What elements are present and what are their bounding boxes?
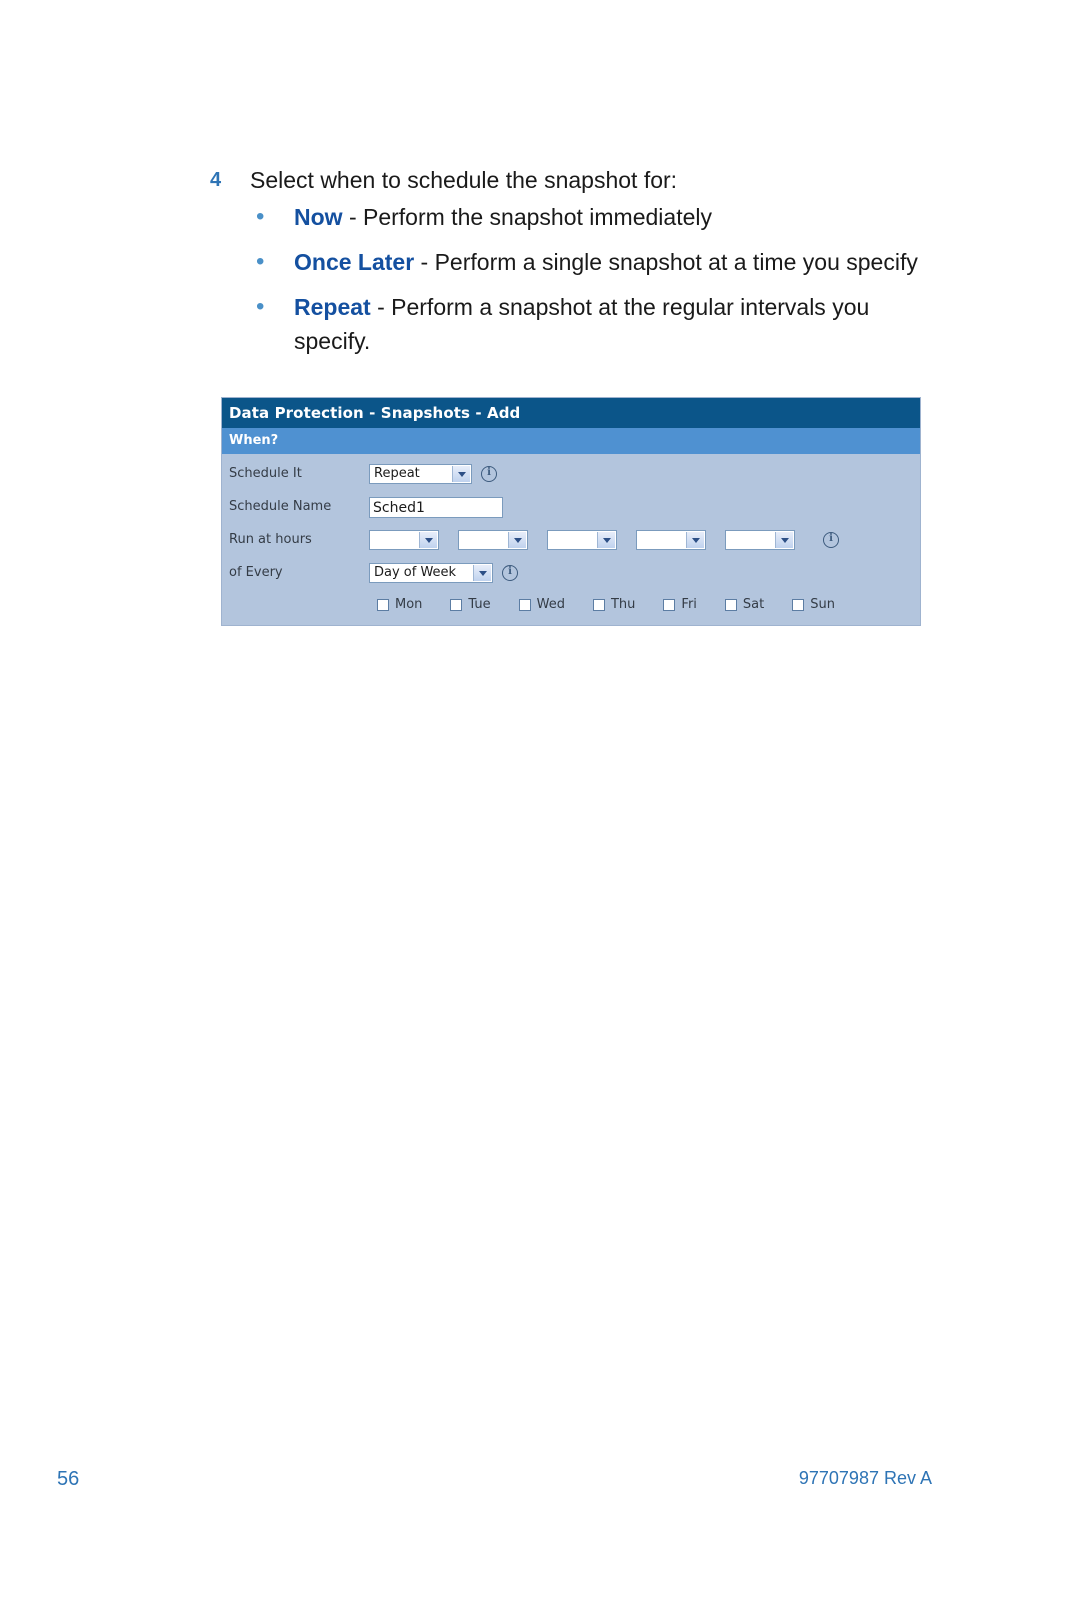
- checkbox-icon[interactable]: [518, 598, 531, 611]
- day-label: Sun: [810, 597, 835, 612]
- of-every-select[interactable]: Day of Week: [369, 563, 493, 583]
- day-label: Fri: [681, 597, 697, 612]
- bullet-text: Once Later - Perform a single snapshot a…: [294, 245, 948, 279]
- info-icon[interactable]: [502, 565, 518, 581]
- bullet-description: - Perform a snapshot at the regular inte…: [294, 294, 870, 354]
- run-at-hour-select-4[interactable]: [636, 530, 706, 550]
- day-checkbox-sat[interactable]: Sat: [724, 597, 765, 612]
- form-row-of-every: of Every Day of Week: [222, 562, 920, 584]
- run-at-hour-select-5[interactable]: [725, 530, 795, 550]
- run-at-hours-control: [369, 530, 839, 550]
- day-label: Sat: [742, 597, 765, 612]
- of-every-label: of Every: [229, 565, 283, 580]
- bullet-keyword: Once Later: [294, 249, 415, 275]
- day-checkbox-tue[interactable]: Tue: [450, 597, 491, 612]
- step-number: 4: [210, 169, 222, 191]
- run-at-hour-select-2[interactable]: [458, 530, 528, 550]
- schedule-it-label: Schedule It: [229, 466, 302, 481]
- page-number: 56: [57, 1468, 80, 1490]
- bullet-list: • Now - Perform the snapshot immediately…: [248, 200, 948, 369]
- list-item: • Repeat - Perform a snapshot at the reg…: [248, 290, 948, 358]
- checkbox-icon[interactable]: [592, 598, 605, 611]
- checkbox-icon[interactable]: [377, 598, 389, 611]
- chevron-down-icon[interactable]: [419, 532, 437, 548]
- app-title-bar: Data Protection - Snapshots - Add: [222, 398, 920, 428]
- schedule-it-value: Repeat: [374, 466, 420, 481]
- bullet-description: - Perform a single snapshot at a time yo…: [414, 249, 918, 275]
- bullet-keyword: Repeat: [294, 294, 371, 320]
- chevron-down-icon[interactable]: [473, 565, 491, 581]
- bullet-description: - Perform the snapshot immediately: [342, 204, 712, 230]
- run-at-hour-select-3[interactable]: [547, 530, 617, 550]
- embedded-app-screenshot: Data Protection - Snapshots - Add When? …: [222, 398, 920, 625]
- checkbox-icon[interactable]: [450, 598, 463, 611]
- bullet-text: Repeat - Perform a snapshot at the regul…: [294, 290, 948, 358]
- day-checkbox-sun[interactable]: Sun: [792, 597, 835, 612]
- list-item: • Once Later - Perform a single snapshot…: [248, 245, 948, 279]
- chevron-down-icon[interactable]: [597, 532, 615, 548]
- form-row-schedule-name: Schedule Name Sched1: [222, 496, 920, 518]
- list-item: • Now - Perform the snapshot immediately: [248, 200, 948, 234]
- bullet-dot-icon: •: [256, 203, 265, 230]
- bullet-text: Now - Perform the snapshot immediately: [294, 200, 948, 234]
- schedule-name-control: Sched1: [369, 496, 503, 518]
- bullet-dot-icon: •: [256, 293, 265, 320]
- app-section-header: When?: [222, 428, 920, 454]
- of-every-value: Day of Week: [374, 565, 457, 580]
- checkbox-icon[interactable]: [663, 598, 676, 611]
- chevron-down-icon[interactable]: [775, 532, 793, 548]
- day-checkbox-wed[interactable]: Wed: [518, 597, 565, 612]
- schedule-name-input[interactable]: Sched1: [369, 496, 503, 518]
- schedule-name-label: Schedule Name: [229, 499, 332, 514]
- day-of-week-checkboxes: Mon Tue Wed Thu Fri Sat Sun: [377, 595, 920, 625]
- checkbox-icon[interactable]: [724, 598, 737, 611]
- run-at-hours-label: Run at hours: [229, 532, 312, 547]
- bullet-dot-icon: •: [256, 248, 265, 275]
- day-label: Thu: [610, 597, 636, 612]
- chevron-down-icon[interactable]: [452, 466, 470, 482]
- schedule-it-select[interactable]: Repeat: [369, 464, 472, 484]
- checkbox-icon[interactable]: [792, 598, 805, 611]
- day-label: Wed: [536, 597, 565, 612]
- bullet-keyword: Now: [294, 204, 343, 230]
- run-at-hour-select-1[interactable]: [369, 530, 439, 550]
- day-label: Tue: [468, 597, 491, 612]
- step-text: Select when to schedule the snapshot for…: [250, 167, 678, 193]
- info-icon[interactable]: [823, 532, 839, 548]
- day-label: Mon: [395, 597, 423, 612]
- info-icon[interactable]: [481, 466, 497, 482]
- of-every-control: Day of Week: [369, 563, 518, 583]
- form-row-schedule-it: Schedule It Repeat: [222, 463, 920, 485]
- app-form: Schedule It Repeat Schedule Name Sched1 …: [222, 454, 920, 625]
- instruction-step-4: 4 Select when to schedule the snapshot f…: [210, 165, 950, 195]
- day-checkbox-thu[interactable]: Thu: [592, 597, 636, 612]
- form-row-run-at-hours: Run at hours: [222, 529, 920, 551]
- chevron-down-icon[interactable]: [686, 532, 704, 548]
- day-checkbox-mon[interactable]: Mon: [377, 597, 422, 612]
- schedule-it-control: Repeat: [369, 464, 497, 484]
- document-id: 97707987 Rev A: [798, 1468, 932, 1488]
- chevron-down-icon[interactable]: [508, 532, 526, 548]
- day-checkbox-fri[interactable]: Fri: [663, 597, 697, 612]
